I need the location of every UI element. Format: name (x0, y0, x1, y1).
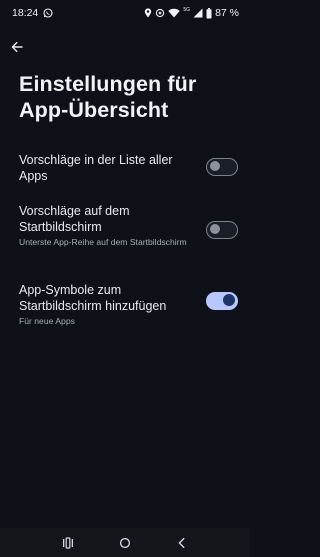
back-icon (178, 537, 185, 548)
recents-button[interactable] (56, 531, 80, 555)
network-type-label: 5G (183, 7, 191, 13)
setting-summary: Für neue Apps (19, 316, 75, 326)
home-icon (119, 537, 131, 548)
toggle-thumb (210, 224, 220, 235)
setting-summary: Unterste App-Reihe auf dem Startbildschi… (19, 237, 187, 247)
navigation-bar (0, 528, 250, 557)
setting-title: App-Symbole zum Startbildschirm hinzufüg… (19, 283, 167, 313)
toggle-thumb (223, 294, 236, 307)
setting-suggestions-all-apps[interactable]: Vorschläge in der Liste aller Apps (0, 148, 250, 190)
setting-text: App-Symbole zum Startbildschirm hinzufüg… (19, 282, 194, 327)
battery-icon (206, 7, 212, 19)
status-right: 5G 87 % (144, 7, 239, 19)
battery-percentage: 87 % (215, 7, 239, 19)
location-icon (144, 8, 152, 18)
setting-suggestions-home-screen[interactable]: Vorschläge auf dem Startbildschirm Unter… (0, 200, 250, 252)
nav-back-button[interactable] (170, 531, 194, 555)
page-title: Einstellungen für App-Übersicht (19, 72, 197, 122)
setting-title: Vorschläge auf dem Startbildschirm (19, 204, 130, 234)
status-left: 18:24 (12, 7, 53, 19)
arrow-left-icon (11, 41, 23, 53)
suggestions-all-apps-toggle[interactable] (206, 158, 238, 176)
wifi-icon (168, 8, 181, 18)
setting-add-app-icons-home[interactable]: App-Symbole zum Startbildschirm hinzufüg… (0, 280, 250, 330)
status-bar: 18:24 5G 87 % (0, 0, 250, 26)
signal-icon (193, 8, 203, 18)
whatsapp-icon (43, 8, 53, 18)
toggle-thumb (210, 161, 220, 172)
home-button[interactable] (113, 531, 137, 555)
back-button[interactable] (6, 36, 28, 58)
suggestions-home-screen-toggle[interactable] (206, 221, 238, 239)
recents-icon (63, 536, 74, 549)
hotspot-icon (155, 8, 165, 18)
setting-text: Vorschläge auf dem Startbildschirm Unter… (19, 203, 194, 248)
status-time: 18:24 (12, 7, 39, 19)
add-app-icons-toggle[interactable] (206, 292, 238, 310)
setting-text: Vorschläge in der Liste aller Apps (19, 152, 194, 184)
setting-title: Vorschläge in der Liste aller Apps (19, 153, 173, 183)
settings-screen: 18:24 5G 87 % Einstellungen für App-Über… (0, 0, 250, 557)
